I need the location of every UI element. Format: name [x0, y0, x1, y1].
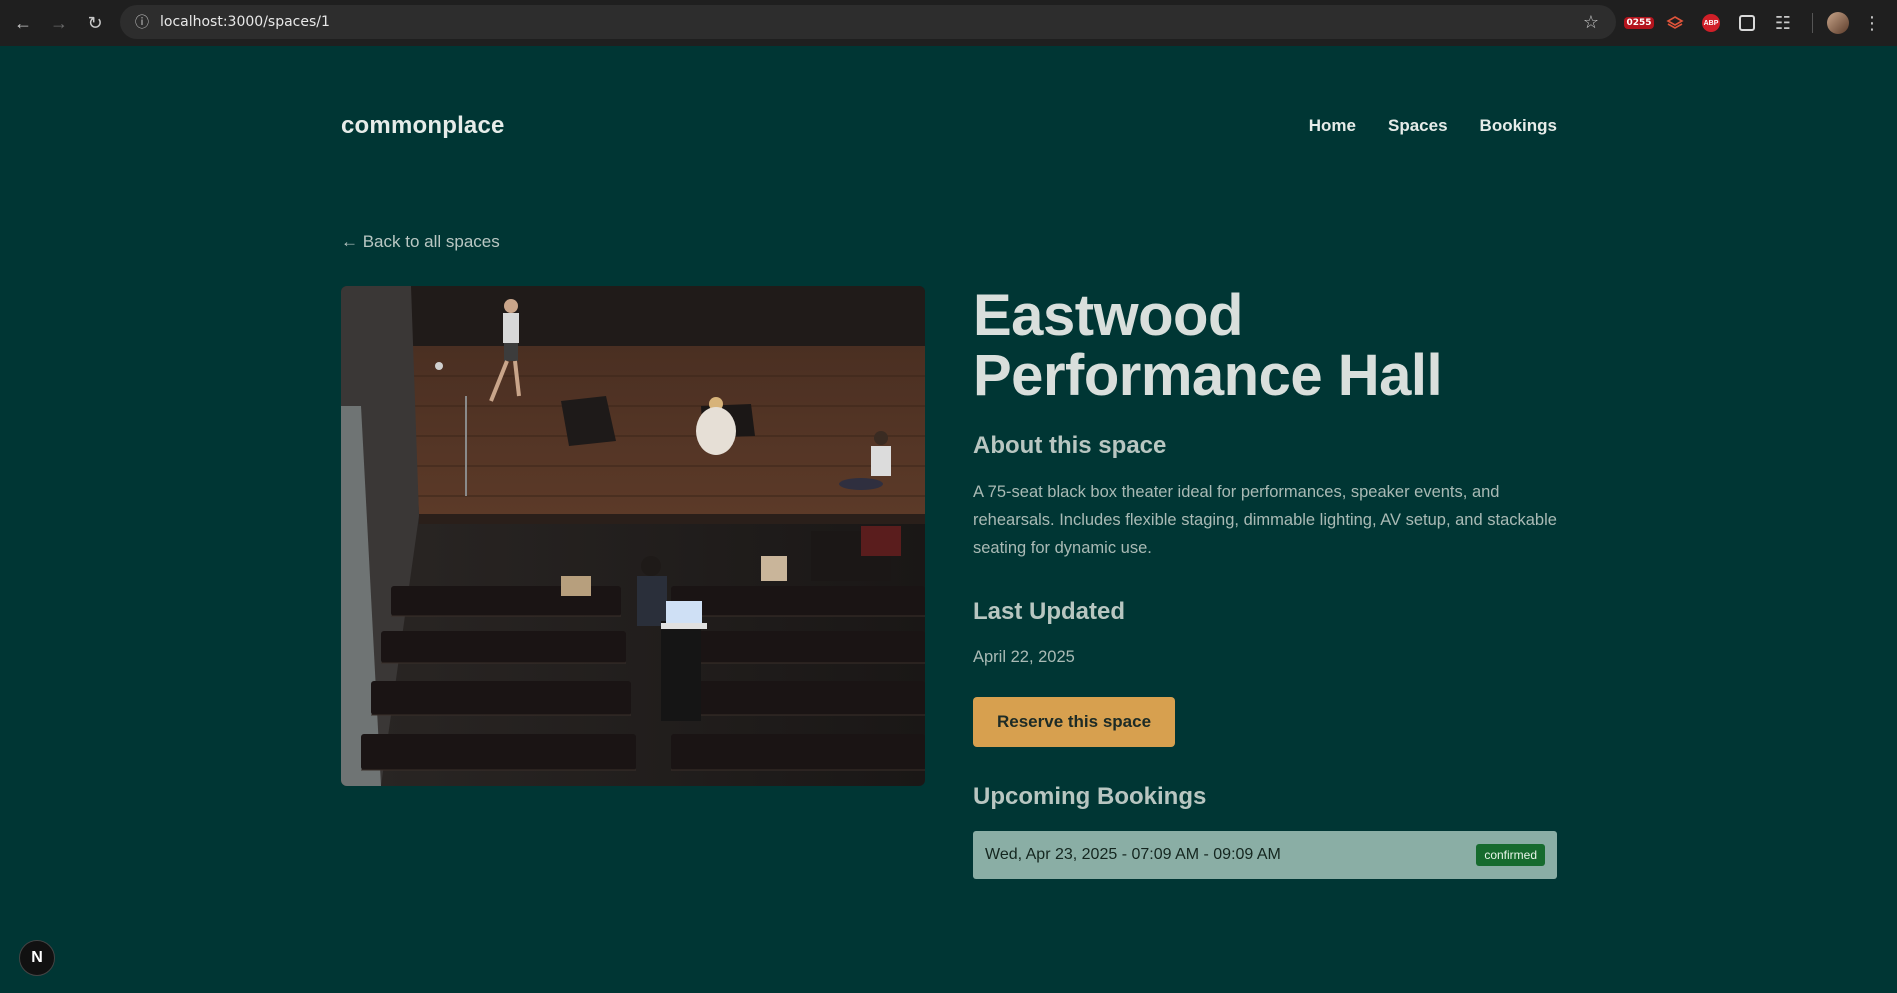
- address-bar[interactable]: ⓘ localhost:3000/spaces/1 ☆: [120, 5, 1616, 39]
- extension-counter-icon[interactable]: 0255: [1624, 8, 1654, 38]
- booking-time: Wed, Apr 23, 2025 - 07:09 AM - 09:09 AM: [985, 846, 1281, 863]
- extensions-area: 0255 ABP ☷ ⋮: [1624, 6, 1881, 40]
- bookmark-star-icon[interactable]: ☆: [1578, 9, 1604, 35]
- extensions-puzzle-icon[interactable]: ☷: [1768, 8, 1798, 38]
- back-arrow-icon[interactable]: ←: [6, 6, 40, 40]
- last-updated-heading: Last Updated: [973, 598, 1126, 625]
- kebab-menu-icon[interactable]: ⋮: [1863, 13, 1881, 34]
- space-photo: [341, 286, 925, 786]
- site-info-icon[interactable]: ⓘ: [126, 6, 158, 38]
- back-to-spaces-link[interactable]: ← Back to all spaces: [341, 232, 500, 252]
- main-nav: Home Spaces Bookings: [1309, 116, 1557, 136]
- upcoming-bookings-heading: Upcoming Bookings: [973, 783, 1207, 810]
- extension-ghost-icon[interactable]: [1732, 8, 1762, 38]
- browser-toolbar: ← → ↻ ⓘ localhost:3000/spaces/1 ☆ 0255 A…: [0, 0, 1897, 46]
- site-logo[interactable]: commonplace: [341, 112, 505, 140]
- url-text[interactable]: localhost:3000/spaces/1: [160, 14, 330, 30]
- site-header: commonplace Home Spaces Bookings: [341, 106, 1557, 146]
- toolbar-divider: [1812, 13, 1813, 33]
- last-updated-date: April 22, 2025: [973, 648, 1075, 666]
- space-description: A 75-seat black box theater ideal for pe…: [973, 483, 1557, 557]
- status-badge: confirmed: [1476, 844, 1545, 866]
- nav-link-bookings[interactable]: Bookings: [1480, 116, 1557, 136]
- nav-link-spaces[interactable]: Spaces: [1388, 116, 1448, 136]
- nav-link-home[interactable]: Home: [1309, 116, 1356, 136]
- space-title-line1: Eastwood: [973, 283, 1243, 348]
- reserve-space-button[interactable]: Reserve this space: [973, 697, 1176, 747]
- forward-arrow-icon[interactable]: →: [42, 6, 76, 40]
- adblock-icon[interactable]: ABP: [1696, 8, 1726, 38]
- space-title-line2: Performance Hall: [973, 343, 1443, 408]
- nextjs-dev-indicator[interactable]: N: [19, 940, 55, 976]
- reload-icon[interactable]: ↻: [78, 6, 112, 40]
- page: commonplace Home Spaces Bookings ← Back …: [0, 46, 1897, 993]
- space-title: Eastwood Performance Hall: [973, 286, 1557, 406]
- extension-layers-icon[interactable]: [1660, 8, 1690, 38]
- space-details: Eastwood Performance Hall About this spa…: [973, 286, 1557, 879]
- profile-avatar[interactable]: [1827, 12, 1849, 34]
- booking-row: Wed, Apr 23, 2025 - 07:09 AM - 09:09 AM …: [973, 831, 1557, 879]
- about-heading: About this space: [973, 432, 1167, 459]
